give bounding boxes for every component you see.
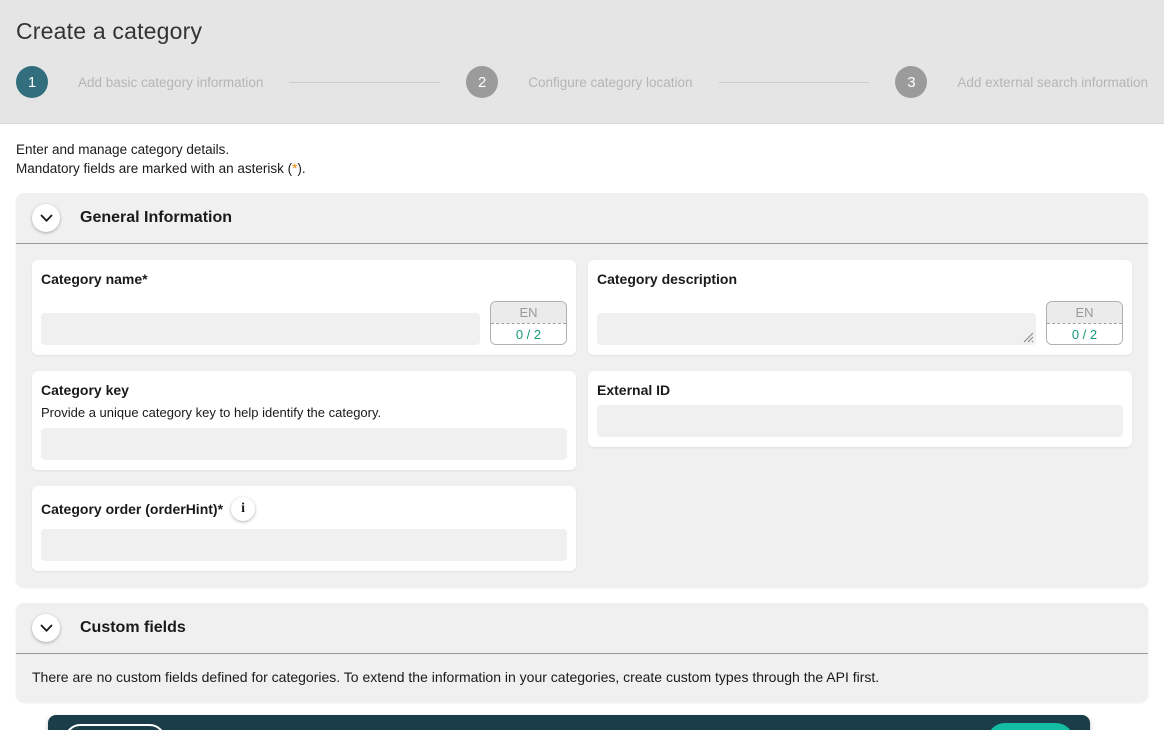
category-description-label: Category description <box>597 271 737 287</box>
category-order-label: Category order (orderHint) <box>41 501 218 517</box>
category-order-label-row: Category order (orderHint)* i <box>41 497 567 521</box>
step-2-circle: 2 <box>466 66 498 98</box>
wizard-stepper: 1 Add basic category information 2 Confi… <box>16 66 1148 98</box>
category-name-label-row: Category name* <box>41 271 567 287</box>
stepper-step-1[interactable]: 1 Add basic category information <box>16 66 263 98</box>
collapse-toggle-button[interactable] <box>32 204 60 232</box>
next-button[interactable]: Next <box>987 723 1074 730</box>
external-id-label-row: External ID <box>597 382 1123 398</box>
footer-action-bar: Cancel Next <box>48 715 1090 730</box>
category-description-textarea[interactable] <box>597 313 1036 345</box>
language-code: EN <box>1047 302 1122 323</box>
category-key-label: Category key <box>41 382 129 398</box>
step-1-circle: 1 <box>16 66 48 98</box>
section-title-custom-fields: Custom fields <box>80 619 186 637</box>
external-id-input[interactable] <box>597 405 1123 437</box>
category-name-label: Category name <box>41 271 142 287</box>
collapse-toggle-button[interactable] <box>32 614 60 642</box>
custom-fields-header[interactable]: Custom fields <box>16 603 1148 654</box>
page-title: Create a category <box>16 18 1148 45</box>
general-information-body: Category name* EN 0 / 2 Category descrip… <box>16 244 1148 587</box>
intro-line-1: Enter and manage category details. <box>16 141 1148 160</box>
category-order-input[interactable] <box>41 529 567 561</box>
step-3-circle: 3 <box>895 66 927 98</box>
general-information-section: General Information Category name* EN 0 … <box>16 193 1148 587</box>
category-description-card: Category description EN 0 / 2 <box>588 260 1132 355</box>
resize-handle-icon[interactable] <box>1022 331 1034 343</box>
section-title-general: General Information <box>80 209 232 227</box>
language-code: EN <box>491 302 566 323</box>
category-description-label-row: Category description <box>597 271 1123 287</box>
step-2-label: Configure category location <box>528 75 692 90</box>
category-key-card: Category key Provide a unique category k… <box>32 371 576 470</box>
cancel-button[interactable]: Cancel <box>64 724 166 730</box>
stepper-connector <box>719 82 870 83</box>
stepper-step-3[interactable]: 3 Add external search information <box>895 66 1148 98</box>
category-order-card: Category order (orderHint)* i <box>32 486 576 571</box>
stepper-connector <box>289 82 440 83</box>
custom-fields-section: Custom fields There are no custom fields… <box>16 603 1148 702</box>
category-name-input[interactable] <box>41 313 480 345</box>
general-information-header[interactable]: General Information <box>16 193 1148 244</box>
language-selector[interactable]: EN 0 / 2 <box>1046 301 1123 345</box>
custom-fields-empty-message: There are no custom fields defined for c… <box>16 654 1148 702</box>
chevron-down-icon <box>40 624 53 633</box>
intro-text: Enter and manage category details. Manda… <box>0 124 1164 193</box>
category-key-hint: Provide a unique category key to help id… <box>41 405 567 420</box>
info-icon[interactable]: i <box>231 497 255 521</box>
intro-line-2: Mandatory fields are marked with an aste… <box>16 160 1148 179</box>
required-asterisk: * <box>142 271 147 287</box>
language-counter: 0 / 2 <box>491 323 566 344</box>
step-3-label: Add external search information <box>957 75 1148 90</box>
category-name-card: Category name* EN 0 / 2 <box>32 260 576 355</box>
step-1-label: Add basic category information <box>78 75 263 90</box>
page-header: Create a category 1 Add basic category i… <box>0 0 1164 124</box>
language-counter: 0 / 2 <box>1047 323 1122 344</box>
chevron-down-icon <box>40 214 53 223</box>
category-key-label-row: Category key <box>41 382 567 398</box>
required-asterisk: * <box>218 501 223 517</box>
stepper-step-2[interactable]: 2 Configure category location <box>466 66 692 98</box>
external-id-label: External ID <box>597 382 670 398</box>
category-key-input[interactable] <box>41 428 567 460</box>
language-selector[interactable]: EN 0 / 2 <box>490 301 567 345</box>
external-id-card: External ID <box>588 371 1132 447</box>
